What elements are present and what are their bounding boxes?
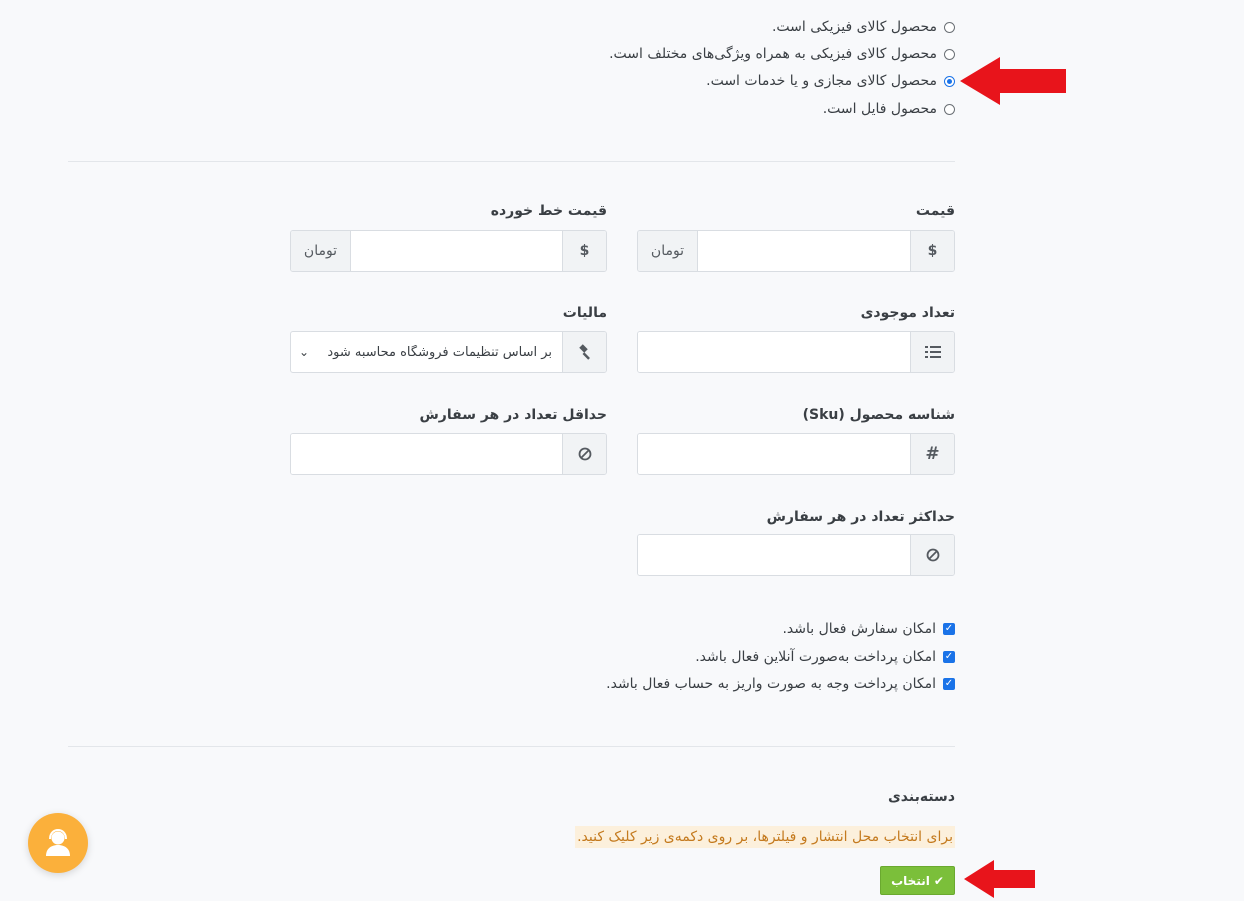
currency-unit: تومان — [638, 231, 698, 271]
radio-button-selected[interactable] — [944, 75, 955, 87]
currency-unit: تومان — [291, 231, 351, 271]
sku-label: شناسه محصول (Sku) — [802, 407, 955, 423]
red-arrow-icon — [960, 57, 1066, 105]
checkbox-bank-transfer[interactable]: ✓ امکان پرداخت وجه به صورت واریز به حساب… — [606, 673, 955, 695]
radio-option-physical[interactable]: محصول کالای فیزیکی است. — [772, 16, 955, 38]
stock-input[interactable] — [638, 332, 910, 372]
select-button-label: انتخاب — [891, 873, 930, 888]
check-icon: ✔ — [933, 873, 944, 888]
red-arrow-icon — [964, 860, 1035, 898]
tax-label: مالیات — [562, 305, 607, 321]
price-label: قیمت — [915, 203, 955, 219]
old-price-label: قیمت خط خورده — [490, 203, 607, 219]
gavel-icon — [562, 332, 606, 372]
radio-button[interactable] — [944, 48, 955, 60]
stock-input-group — [637, 331, 955, 373]
price-input-group: تومان $ — [637, 230, 955, 272]
old-price-input-group: تومان $ — [290, 230, 607, 272]
divider — [68, 746, 955, 747]
checkbox-order-enabled[interactable]: ✓ امکان سفارش فعال باشد. — [782, 618, 955, 640]
stock-label: تعداد موجودی — [860, 305, 955, 321]
checkbox-checked-icon[interactable]: ✓ — [943, 678, 955, 690]
radio-label: محصول کالای مجازی و یا خدمات است. — [706, 73, 937, 89]
price-input[interactable] — [698, 231, 910, 271]
max-order-input[interactable] — [638, 535, 910, 575]
max-order-label: حداکثر تعداد در هر سفارش — [766, 509, 955, 525]
user-icon — [46, 828, 70, 856]
ban-icon — [910, 535, 954, 575]
chevron-down-icon: ⌄ — [299, 345, 310, 359]
checkbox-label: امکان پرداخت به‌صورت آنلاین فعال باشد. — [695, 649, 936, 665]
max-order-input-group — [637, 534, 955, 576]
select-category-button[interactable]: ✔ انتخاب — [880, 866, 955, 895]
old-price-input[interactable] — [351, 231, 562, 271]
category-hint: برای انتخاب محل انتشار و فیلترها، بر روی… — [575, 826, 955, 848]
divider — [68, 161, 955, 162]
tax-select[interactable]: ⌄ بر اساس تنظیمات فروشگاه محاسبه شود — [291, 332, 562, 372]
support-chat-button[interactable] — [28, 813, 88, 873]
checkbox-checked-icon[interactable]: ✓ — [943, 651, 955, 663]
tax-selected-value: بر اساس تنظیمات فروشگاه محاسبه شود — [327, 344, 552, 360]
ban-icon — [562, 434, 606, 474]
radio-label: محصول کالای فیزیکی به همراه ویژگی‌های مخ… — [609, 46, 937, 62]
radio-option-file[interactable]: محصول فایل است. — [823, 98, 955, 120]
sku-input-group: # — [637, 433, 955, 475]
min-order-input[interactable] — [291, 434, 562, 474]
radio-button[interactable] — [944, 103, 955, 115]
checkbox-checked-icon[interactable]: ✓ — [943, 623, 955, 635]
hash-icon: # — [910, 434, 954, 474]
list-icon — [910, 332, 954, 372]
checkbox-label: امکان پرداخت وجه به صورت واریز به حساب ف… — [606, 676, 936, 692]
sku-input[interactable] — [638, 434, 910, 474]
dollar-icon: $ — [562, 231, 606, 271]
tax-select-group: ⌄ بر اساس تنظیمات فروشگاه محاسبه شود — [290, 331, 607, 373]
radio-button[interactable] — [944, 21, 955, 33]
radio-label: محصول کالای فیزیکی است. — [771, 19, 937, 35]
dollar-icon: $ — [910, 231, 954, 271]
min-order-label: حداقل تعداد در هر سفارش — [419, 407, 607, 423]
category-label: دسته‌بندی — [887, 789, 955, 805]
radio-option-physical-variants[interactable]: محصول کالای فیزیکی به همراه ویژگی‌های مخ… — [609, 43, 955, 65]
radio-option-virtual[interactable]: محصول کالای مجازی و یا خدمات است. — [706, 70, 955, 92]
radio-label: محصول فایل است. — [822, 101, 937, 117]
checkbox-label: امکان سفارش فعال باشد. — [782, 621, 936, 637]
min-order-input-group — [290, 433, 607, 475]
checkbox-online-payment[interactable]: ✓ امکان پرداخت به‌صورت آنلاین فعال باشد. — [695, 646, 955, 668]
